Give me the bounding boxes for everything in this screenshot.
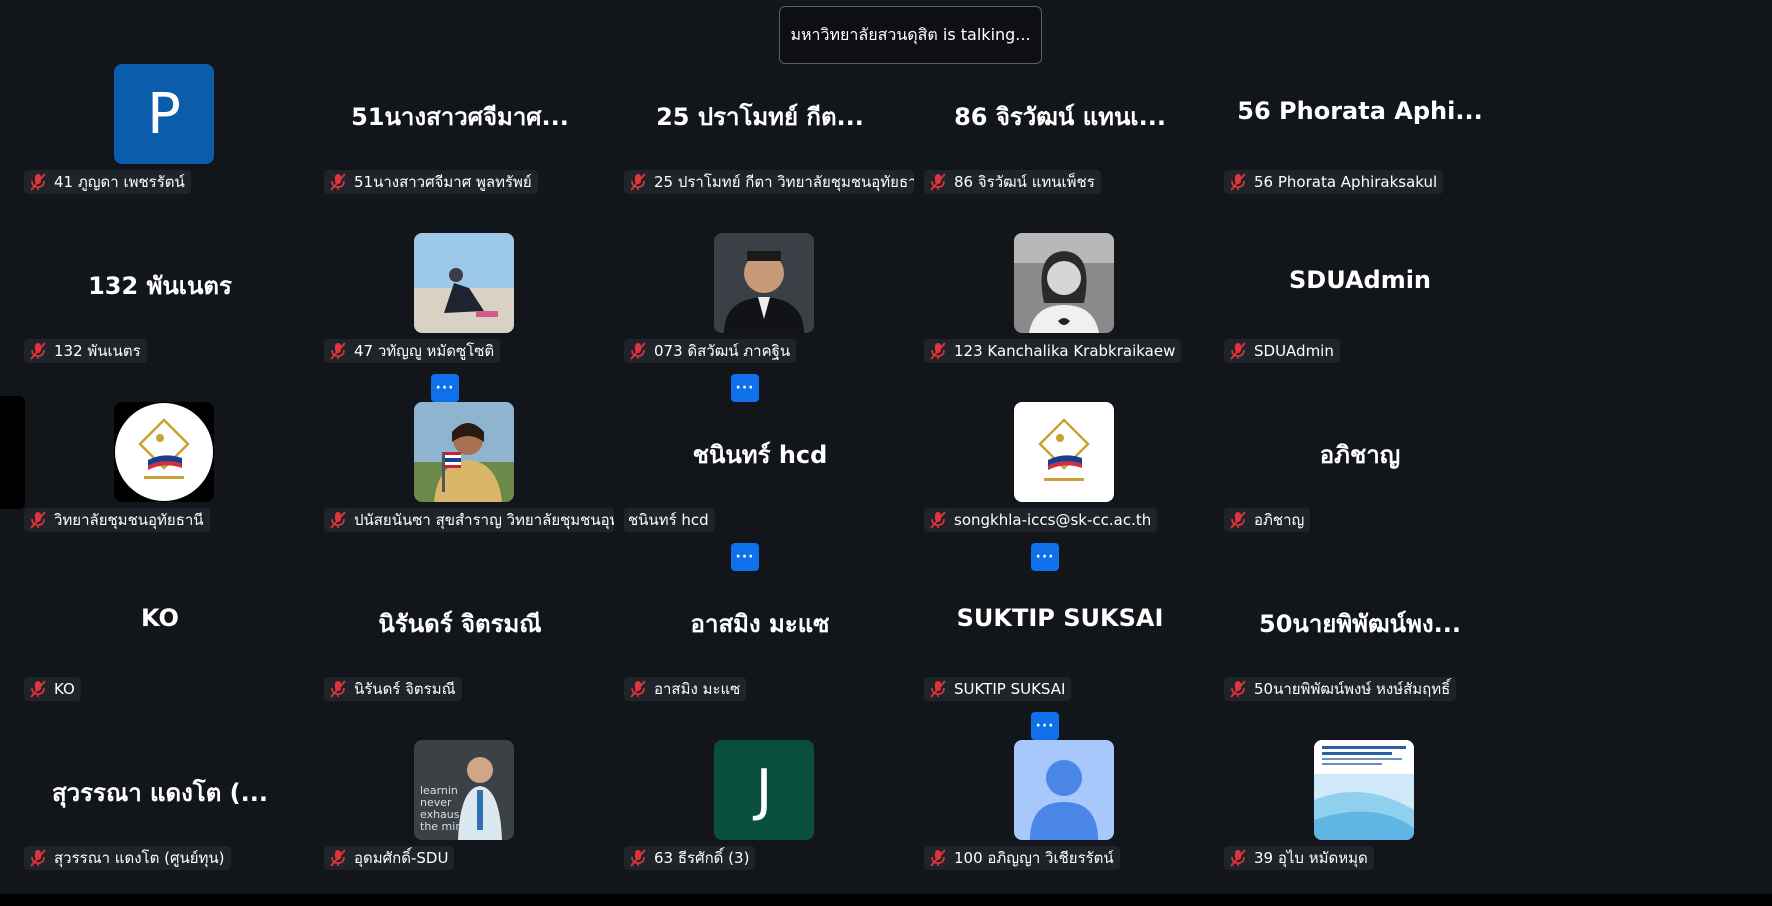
participant-tile[interactable]: 51นางสาวศจีมาศ... 51นางสาวศจีมาศ พูลทรัพย…	[310, 0, 610, 194]
participant-tile[interactable]: อาสมิง มะแซ อาสมิง มะแซ	[610, 507, 910, 701]
participant-name-label: 100 อภิญญา วิเชียรรัตน์	[924, 846, 1120, 870]
learning-portrait-icon: learnin never exhaus the min	[414, 740, 514, 840]
participant-tile[interactable]: อภิชาญ อภิชาญ	[1210, 338, 1510, 532]
letter-avatar: P	[114, 64, 214, 164]
participant-tile[interactable]: 39 อุไบ หมัดหมุด	[1210, 676, 1510, 870]
participant-tile[interactable]: 56 Phorata Aphi... 56 Phorata Aphiraksaku…	[1210, 0, 1510, 194]
participant-display-name: SDUAdmin	[1288, 266, 1432, 294]
participant-display-name: สุวรรณา แดงโต (...	[52, 779, 268, 807]
participant-display-name: 50นายพิพัฒน์พง...	[1259, 610, 1461, 638]
participant-display-name: SUKTIP SUKSAI	[956, 604, 1164, 632]
participant-display-name: 56 Phorata Aphi...	[1237, 97, 1483, 125]
participant-display-name: 86 จิรวัฒน์ แทนเ...	[954, 103, 1166, 131]
muted-mic-icon	[330, 849, 346, 867]
svg-text:the min: the min	[420, 820, 462, 833]
college-logo-square-icon	[1014, 402, 1114, 502]
participant-display-name: อภิชาญ	[1319, 441, 1401, 469]
muted-mic-icon	[1230, 849, 1246, 867]
participant-display-name: KO	[141, 604, 179, 632]
participant-tile[interactable]: KO KO	[10, 507, 310, 701]
participant-tile[interactable]: ปนัสยนันซา สุขสำราญ วิทยาลัยชุมชนอุท...	[310, 338, 614, 532]
participant-display-name: 51นางสาวศจีมาศ...	[351, 103, 569, 131]
participant-tile[interactable]: J 63 ธีรศักดิ์ (3)	[610, 676, 910, 870]
participant-name-label: อุดมศักดิ์-SDU	[324, 846, 455, 870]
participant-display-name: 25 ปราโมทย์ กีต...	[656, 103, 864, 131]
participant-name-text: 100 อภิญญา วิเชียรรัตน์	[954, 849, 1114, 867]
participant-name-text: อุดมศักดิ์-SDU	[354, 849, 449, 867]
more-options-button[interactable]: ···	[1031, 543, 1059, 571]
suit-portrait-icon	[714, 233, 814, 333]
participant-tile[interactable]: นิรันดร์ จิตรมณี นิรันดร์ จิตรมณี	[310, 507, 610, 701]
participant-tile[interactable]: 47 วทัญญู หมัดซูโซติ	[310, 169, 610, 363]
more-options-button[interactable]: ···	[731, 543, 759, 571]
more-options-button[interactable]: ···	[431, 374, 459, 402]
participant-name-label: สุวรรณา แดงโต (ศูนย์ทุน)	[24, 846, 231, 870]
muted-mic-icon	[30, 849, 46, 867]
participant-tile[interactable]: SDUAdmin SDUAdmin	[1210, 169, 1510, 363]
avatar-letter: P	[114, 64, 214, 164]
participant-name-text: สุวรรณา แดงโต (ศูนย์ทุน)	[54, 849, 225, 867]
college-logo-round-icon	[114, 402, 214, 502]
bottom-toolbar-edge	[0, 894, 1772, 906]
more-options-button[interactable]: ···	[1031, 712, 1059, 740]
more-options-button[interactable]: ···	[731, 374, 759, 402]
participant-tile[interactable]: P 41 ภูญดา เพชรรัตน์	[10, 0, 310, 194]
participant-tile[interactable]: ชนินทร์ hcd ชนินทร์ hcd	[610, 338, 910, 532]
participant-display-name: ชนินทร์ hcd	[692, 441, 828, 469]
participant-display-name: อาสมิง มะแซ	[690, 610, 830, 638]
muted-mic-icon	[630, 849, 646, 867]
avatar-letter: J	[714, 740, 814, 840]
participant-name-label: 63 ธีรศักดิ์ (3)	[624, 846, 756, 870]
participant-display-name: นิรันดร์ จิตรมณี	[378, 610, 542, 638]
participant-tile[interactable]: 073 ดิสวัฒน์ ภาคฐิน	[610, 169, 910, 363]
participant-display-name: 132 พันเนตร	[88, 272, 232, 300]
muted-mic-icon	[930, 849, 946, 867]
participant-tile[interactable]: 100 อภิญญา วิเชียรรัตน์	[910, 676, 1210, 870]
participant-name-text: 39 อุไบ หมัดหมุด	[1254, 849, 1368, 867]
participant-tile[interactable]: 123 Kanchalika Krabkraikaew	[910, 169, 1210, 363]
beach-photo-icon	[414, 233, 514, 333]
participant-tile[interactable]: 50นายพิพัฒน์พง... 50นายพิพัฒน์พงษ์ หงษ์สั…	[1210, 507, 1510, 701]
participant-tile[interactable]: songkhla-iccs@sk-cc.ac.th	[910, 338, 1210, 532]
flag-portrait-icon	[414, 402, 514, 502]
participant-tile[interactable]: วิทยาลัยชุมชนอุทัยธานี	[10, 338, 310, 532]
participant-name-label: 39 อุไบ หมัดหมุด	[1224, 846, 1374, 870]
letter-avatar: J	[714, 740, 814, 840]
participant-tile[interactable]: สุวรรณา แดงโต (... สุวรรณา แดงโต (ศูนย์ทุ…	[10, 676, 310, 870]
document-slide-icon	[1314, 740, 1414, 840]
meeting-gallery-view: มหาวิทยาลัยสวนดุสิต is talking... P 41 ภู…	[0, 0, 1772, 906]
participant-tile[interactable]: 25 ปราโมทย์ กีต... 25 ปราโมทย์ กีตา วิทยา…	[610, 0, 914, 194]
participant-name-text: 63 ธีรศักดิ์ (3)	[654, 849, 750, 867]
default-person-icon	[1014, 740, 1114, 840]
participant-tile[interactable]: 132 พันเนตร 132 พันเนตร	[10, 169, 310, 363]
participant-tile[interactable]: SUKTIP SUKSAI SUKTIP SUKSAI	[910, 507, 1210, 701]
participant-tile[interactable]: 86 จิรวัฒน์ แทนเ... 86 จิรวัฒน์ แทนเพ็ชร	[910, 0, 1210, 194]
participant-tile[interactable]: learnin never exhaus the min อุดมศักดิ์-SDU	[310, 676, 610, 870]
bw-portrait-icon	[1014, 233, 1114, 333]
